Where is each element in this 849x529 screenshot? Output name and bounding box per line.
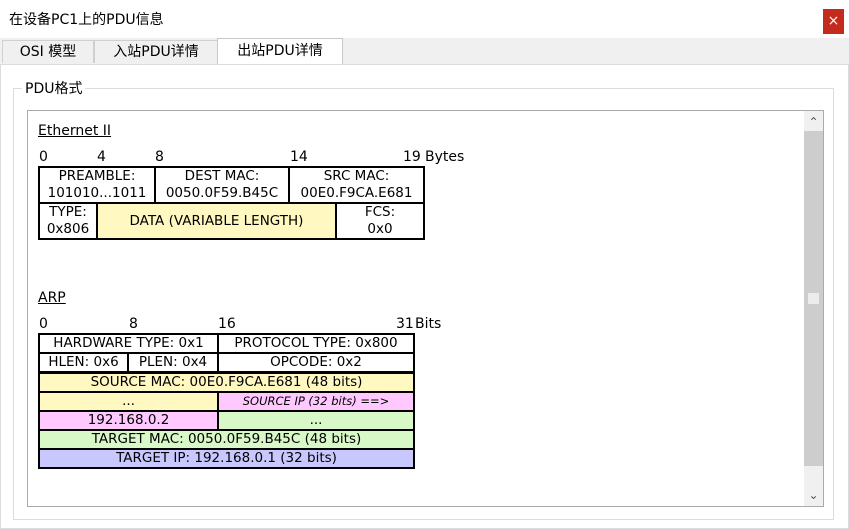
tab-bar: OSI 模型 入站PDU详情 出站PDU详情 (0, 38, 849, 65)
vertical-scrollbar[interactable]: ⌃ ⌄ (804, 111, 823, 506)
eth-src-mac-field: SRC MAC: 00E0.F9CA.E681 (288, 166, 425, 204)
eth-src-mac-label: SRC MAC: (323, 168, 390, 184)
arp-source-ip-field: 192.168.0.2 (38, 411, 219, 431)
eth-fcs-label: FCS: (364, 204, 396, 220)
arp-target-mac-cont-field: ... (217, 411, 415, 431)
arp-source-mac: SOURCE MAC: 00E0.F9CA.E681 (48 bits) (90, 374, 363, 390)
arp-ellipsis-right: ... (309, 412, 323, 428)
ethernet-title: Ethernet II (38, 123, 112, 139)
eth-fcs-value: 0x0 (367, 221, 393, 237)
eth-dest-mac-value: 0050.0F59.B45C (165, 185, 279, 201)
arp-source-ip-note: SOURCE IP (32 bits) ==> (242, 394, 390, 408)
arp-hardware-type: HARDWARE TYPE: 0x1 (53, 335, 204, 351)
tab-inbound-pdu[interactable]: 入站PDU详情 (94, 40, 218, 63)
scrollbar-grip (808, 293, 819, 304)
eth-scale-8: 8 (155, 149, 164, 165)
chevron-down-icon[interactable]: ⌄ (804, 486, 823, 504)
eth-data-field: DATA (VARIABLE LENGTH) (96, 202, 337, 240)
eth-type-label: TYPE: (49, 204, 87, 220)
arp-target-mac: TARGET MAC: 0050.0F59.B45C (48 bits) (91, 431, 362, 447)
arp-target-mac-field: TARGET MAC: 0050.0F59.B45C (48 bits) (38, 430, 415, 450)
arp-hlen: HLEN: 0x6 (48, 354, 119, 370)
chevron-up-icon[interactable]: ⌃ (804, 113, 823, 131)
arp-protocol-type-field: PROTOCOL TYPE: 0x800 (217, 333, 415, 354)
arp-source-mac-field: SOURCE MAC: 00E0.F9CA.E681 (48 bits) (38, 373, 415, 393)
arp-plen: PLEN: 0x4 (138, 354, 208, 370)
eth-dest-mac-label: DEST MAC: (184, 168, 260, 184)
arp-source-ip-value: 192.168.0.2 (87, 412, 170, 428)
eth-data-label: DATA (VARIABLE LENGTH) (129, 213, 304, 229)
arp-scale-8: 8 (129, 316, 138, 332)
title-bar: 在设备PC1上的PDU信息 × (0, 0, 849, 38)
arp-hlen-field: HLEN: 0x6 (38, 352, 129, 373)
eth-type-value: 0x806 (46, 221, 90, 237)
eth-type-field: TYPE: 0x806 (38, 202, 98, 240)
arp-scale-unit: Bits (415, 316, 442, 332)
pdu-format-group: PDU格式 Ethernet II 0 4 8 14 19 Bytes PREA… (13, 78, 834, 520)
scrollbar-thumb[interactable] (804, 131, 823, 466)
close-button[interactable]: × (823, 9, 844, 34)
eth-preamble-field: PREAMBLE: 101010...1011 (38, 166, 156, 204)
tab-content: PDU格式 Ethernet II 0 4 8 14 19 Bytes PREA… (0, 64, 849, 529)
arp-source-mac-cont-field: ... (38, 392, 219, 412)
eth-scale-0: 0 (39, 149, 48, 165)
arp-opcode: OPCODE: 0x2 (270, 354, 362, 370)
eth-src-mac-value: 00E0.F9CA.E681 (300, 185, 413, 201)
eth-scale-19: 19 (403, 149, 421, 165)
eth-scale-14: 14 (290, 149, 308, 165)
arp-protocol-type: PROTOCOL TYPE: 0x800 (234, 335, 398, 351)
eth-preamble-value: 101010...1011 (47, 185, 147, 201)
arp-ellipsis-left: ... (122, 393, 135, 409)
eth-scale-unit: Bytes (425, 149, 465, 165)
window-title: 在设备PC1上的PDU信息 (9, 12, 164, 28)
close-icon: × (827, 13, 840, 29)
arp-title: ARP (38, 290, 66, 306)
eth-fcs-field: FCS: 0x0 (335, 202, 425, 240)
arp-plen-field: PLEN: 0x4 (127, 352, 219, 373)
arp-scale-0: 0 (39, 316, 48, 332)
pdu-scroll-pane[interactable]: Ethernet II 0 4 8 14 19 Bytes PREAMBLE: … (27, 110, 824, 507)
arp-opcode-field: OPCODE: 0x2 (217, 352, 415, 373)
group-label: PDU格式 (22, 78, 86, 98)
arp-target-ip-field: TARGET IP: 192.168.0.1 (32 bits) (38, 449, 415, 469)
eth-scale-4: 4 (97, 149, 106, 165)
tab-outbound-pdu[interactable]: 出站PDU详情 (217, 38, 343, 65)
arp-scale-31: 31 (396, 316, 414, 332)
arp-scale-16: 16 (218, 316, 236, 332)
eth-dest-mac-field: DEST MAC: 0050.0F59.B45C (154, 166, 290, 204)
arp-target-ip: TARGET IP: 192.168.0.1 (32 bits) (116, 450, 337, 466)
eth-preamble-label: PREAMBLE: (58, 168, 136, 184)
tab-osi-model[interactable]: OSI 模型 (2, 40, 94, 63)
arp-hardware-type-field: HARDWARE TYPE: 0x1 (38, 333, 219, 354)
arp-source-ip-note-field: SOURCE IP (32 bits) ==> (217, 392, 415, 412)
